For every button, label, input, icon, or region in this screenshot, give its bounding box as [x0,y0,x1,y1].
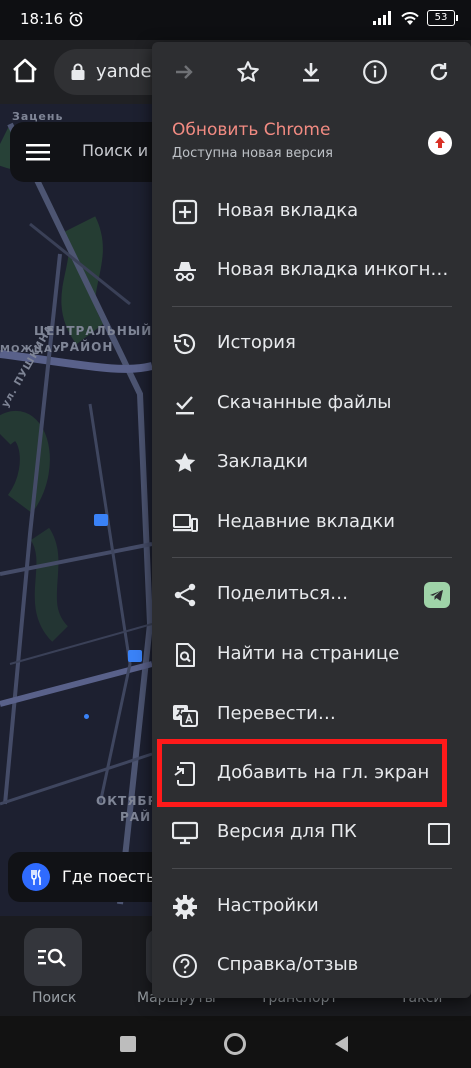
menu-item-label: Найти на странице [217,643,400,664]
menu-item-history[interactable]: История [152,316,471,372]
downloads-icon [176,396,194,415]
menu-item-incognito[interactable]: Новая вкладка инкогн… [152,243,471,299]
lock-icon [71,63,85,80]
menu-item-share[interactable]: Поделиться… [152,567,471,623]
menu-item-settings[interactable]: Настройки [152,879,471,935]
menu-item-bookmarks[interactable]: Закладки [152,435,471,491]
forward-icon [175,65,193,79]
refresh-icon [430,63,448,81]
menu-item-label: Закладки [217,451,308,472]
wifi-icon [401,11,419,25]
menu-item-label: История [217,332,296,353]
menu-item-label: Перевести… [217,703,336,724]
menu-item-label: Настройки [217,895,319,916]
battery-indicator: 53 [427,10,458,26]
star-icon [236,61,259,82]
menu-item-label: Версия для ПК [217,821,357,842]
menu-divider [172,306,452,307]
telegram-icon[interactable] [424,582,450,608]
map-search-input[interactable]: Поиск и в [82,141,163,160]
share-icon [174,583,196,607]
menu-item-label: Новая вкладка [217,200,359,221]
signal-icon [373,11,391,25]
menu-divider [172,557,452,558]
page-info-button[interactable] [343,42,407,102]
transit-stop-icon[interactable] [94,514,108,526]
translate-icon [173,705,198,727]
highlight-frame [157,739,447,807]
update-chrome-subtitle: Доступна новая версия [172,146,333,161]
recent-tabs-icon [173,514,198,532]
help-icon [173,954,197,978]
menu-item-label: Скачанные файлы [217,392,392,413]
bookmark-star-button[interactable] [216,42,280,102]
transit-stop-icon[interactable] [128,650,142,662]
menu-item-desktop-site[interactable]: Версия для ПК [152,805,471,861]
download-icon [303,63,320,82]
menu-item-label: Новая вкладка инкогн… [217,259,449,280]
menu-item-label: Справка/отзыв [217,954,359,975]
map-label: ОКТЯБР [96,794,158,808]
menu-icon[interactable] [26,143,50,161]
status-time: 18:16 [20,10,64,28]
menu-item-find-in-page[interactable]: Найти на странице [152,627,471,683]
desktop-icon [172,821,198,845]
bookmarks-icon [174,452,196,472]
home-system-icon[interactable] [224,1033,246,1055]
location-dot-icon [84,714,89,719]
menu-item-translate[interactable]: Перевести… [152,687,471,743]
map-label: РАЙОН [60,340,114,354]
menu-item-help-feedback[interactable]: Справка/отзыв [152,938,471,994]
find-in-page-icon [176,643,195,667]
where-to-eat-label: Где поесть [62,867,156,886]
search-list-icon [38,948,66,967]
system-navigation-bar [0,1016,471,1068]
nav-label-search: Поиск [32,990,77,1006]
menu-divider [172,868,452,869]
info-icon [363,60,388,84]
food-icon [22,863,50,891]
update-chrome-title: Обновить Chrome [172,120,331,140]
settings-icon [173,895,197,919]
chrome-overflow-menu: Обновить Chrome Доступна новая версия Но… [152,42,471,998]
status-bar: 18:16 53 [0,0,471,40]
refresh-button[interactable] [407,42,471,102]
home-icon[interactable] [10,56,40,86]
forward-button[interactable] [152,42,216,102]
update-arrow-icon [428,131,452,155]
history-icon [173,333,196,355]
back-icon[interactable] [332,1034,350,1054]
alarm-icon [69,11,83,27]
menu-item-downloads[interactable]: Скачанные файлы [152,376,471,432]
menu-action-row [152,42,471,102]
download-button[interactable] [280,42,344,102]
new-tab-icon [172,199,198,225]
incognito-icon [174,262,196,282]
menu-item-new-tab[interactable]: Новая вкладка [152,184,471,240]
search-tab-button[interactable] [24,928,82,986]
menu-item-label: Поделиться… [217,583,349,604]
menu-item-recent-tabs[interactable]: Недавние вкладки [152,495,471,551]
recents-icon[interactable] [120,1036,136,1052]
map-label: РАЙ [120,810,152,824]
desktop-site-checkbox[interactable] [428,823,450,845]
menu-item-label: Недавние вкладки [217,511,395,532]
